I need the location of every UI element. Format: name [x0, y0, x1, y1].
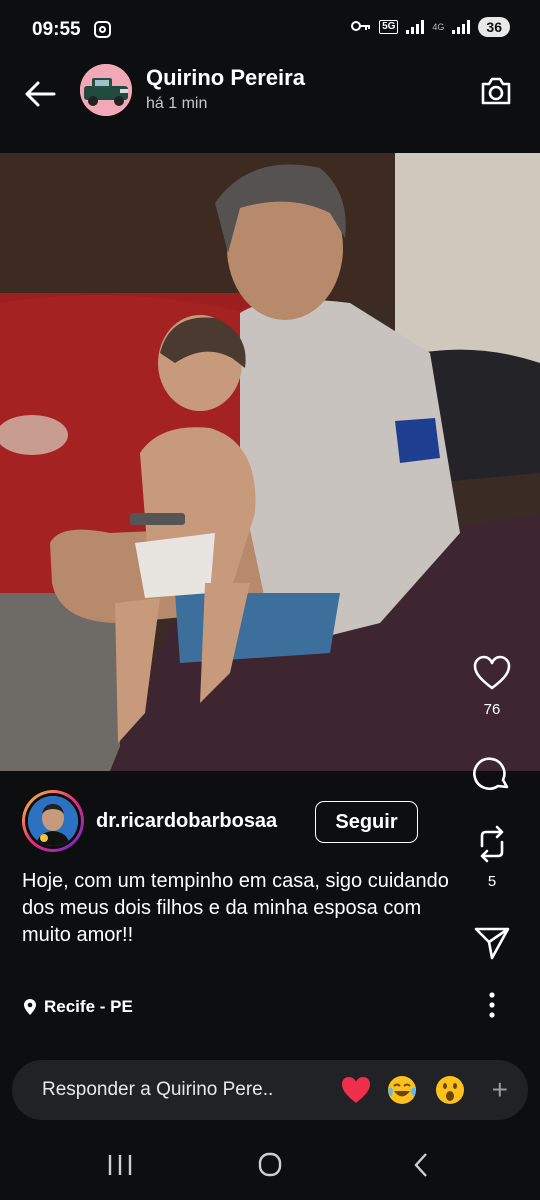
- avatar[interactable]: [80, 64, 132, 116]
- home-icon: [258, 1152, 282, 1177]
- location-pin-icon: [24, 999, 36, 1015]
- reply-input[interactable]: Responder a Quirino Pere..: [42, 1079, 273, 1101]
- chevron-left-icon: [414, 1153, 427, 1177]
- repost-icon: [480, 825, 504, 863]
- post-author-row: dr.ricardobarbosaa Seguir: [22, 790, 442, 852]
- comment-icon: [473, 757, 509, 791]
- home-button[interactable]: [250, 1150, 290, 1180]
- photo-father-and-son: [0, 153, 540, 771]
- story-header: Quirino Pereira há 1 min: [0, 60, 540, 120]
- back-button[interactable]: [20, 74, 60, 114]
- status-time: 09:55: [32, 19, 81, 40]
- car-avatar-image: [80, 64, 132, 116]
- camera-icon: [481, 77, 511, 105]
- signal-icon-2: [452, 20, 471, 34]
- location-label: Recife - PE: [44, 997, 133, 1016]
- camera-button[interactable]: [478, 74, 514, 108]
- system-back-button[interactable]: [400, 1150, 440, 1180]
- more-vertical-icon: [489, 992, 495, 1018]
- surprised-face-icon: [436, 1076, 464, 1104]
- send-icon: [474, 927, 510, 960]
- tears-of-joy-icon: [388, 1076, 416, 1104]
- arrow-left-icon: [25, 81, 56, 107]
- heart-icon: [473, 655, 511, 690]
- signal-icon: [406, 20, 425, 34]
- red-heart-icon: [342, 1077, 370, 1103]
- recent-apps-icon: [108, 1155, 132, 1175]
- share-button[interactable]: [462, 924, 522, 967]
- network-4g-icon: 4G: [432, 22, 445, 32]
- story-username[interactable]: Quirino Pereira: [146, 65, 305, 91]
- add-reaction-plus-icon[interactable]: +: [492, 1076, 508, 1104]
- battery-indicator: 36: [478, 17, 510, 37]
- quick-reaction-heart[interactable]: [340, 1074, 372, 1106]
- author-avatar-image: [28, 796, 78, 846]
- story-timestamp: há 1 min: [146, 95, 208, 112]
- author-avatar-ring: [25, 793, 81, 849]
- like-button[interactable]: 76: [462, 654, 522, 718]
- repost-button[interactable]: 5: [462, 824, 522, 890]
- network-5g-icon: 5G: [379, 20, 399, 34]
- comment-button[interactable]: [462, 754, 522, 799]
- author-avatar[interactable]: [22, 790, 84, 852]
- quick-reaction-laugh[interactable]: [386, 1074, 418, 1106]
- quick-reaction-surprised[interactable]: [434, 1074, 466, 1106]
- more-options-button[interactable]: [462, 992, 522, 1025]
- post-caption: Hoje, com um tempinho em casa, sigo cuid…: [22, 870, 449, 946]
- story-photo[interactable]: [0, 153, 540, 771]
- reply-bar: Responder a Quirino Pere.. +: [12, 1060, 528, 1120]
- status-indicators: 5G 4G 36: [351, 17, 510, 37]
- recent-apps-button[interactable]: [100, 1150, 140, 1180]
- like-count: 76: [483, 701, 501, 718]
- author-username[interactable]: dr.ricardobarbosaa: [96, 810, 277, 833]
- location-tag[interactable]: Recife - PE: [22, 997, 133, 1017]
- system-navigation-bar: [0, 1130, 540, 1200]
- repost-count: 5: [487, 873, 497, 890]
- follow-button[interactable]: Seguir: [315, 801, 418, 843]
- status-bar: 09:55 5G 4G 36: [0, 0, 540, 60]
- vpn-key-icon: [351, 19, 371, 36]
- instagram-notification-icon: [94, 21, 111, 38]
